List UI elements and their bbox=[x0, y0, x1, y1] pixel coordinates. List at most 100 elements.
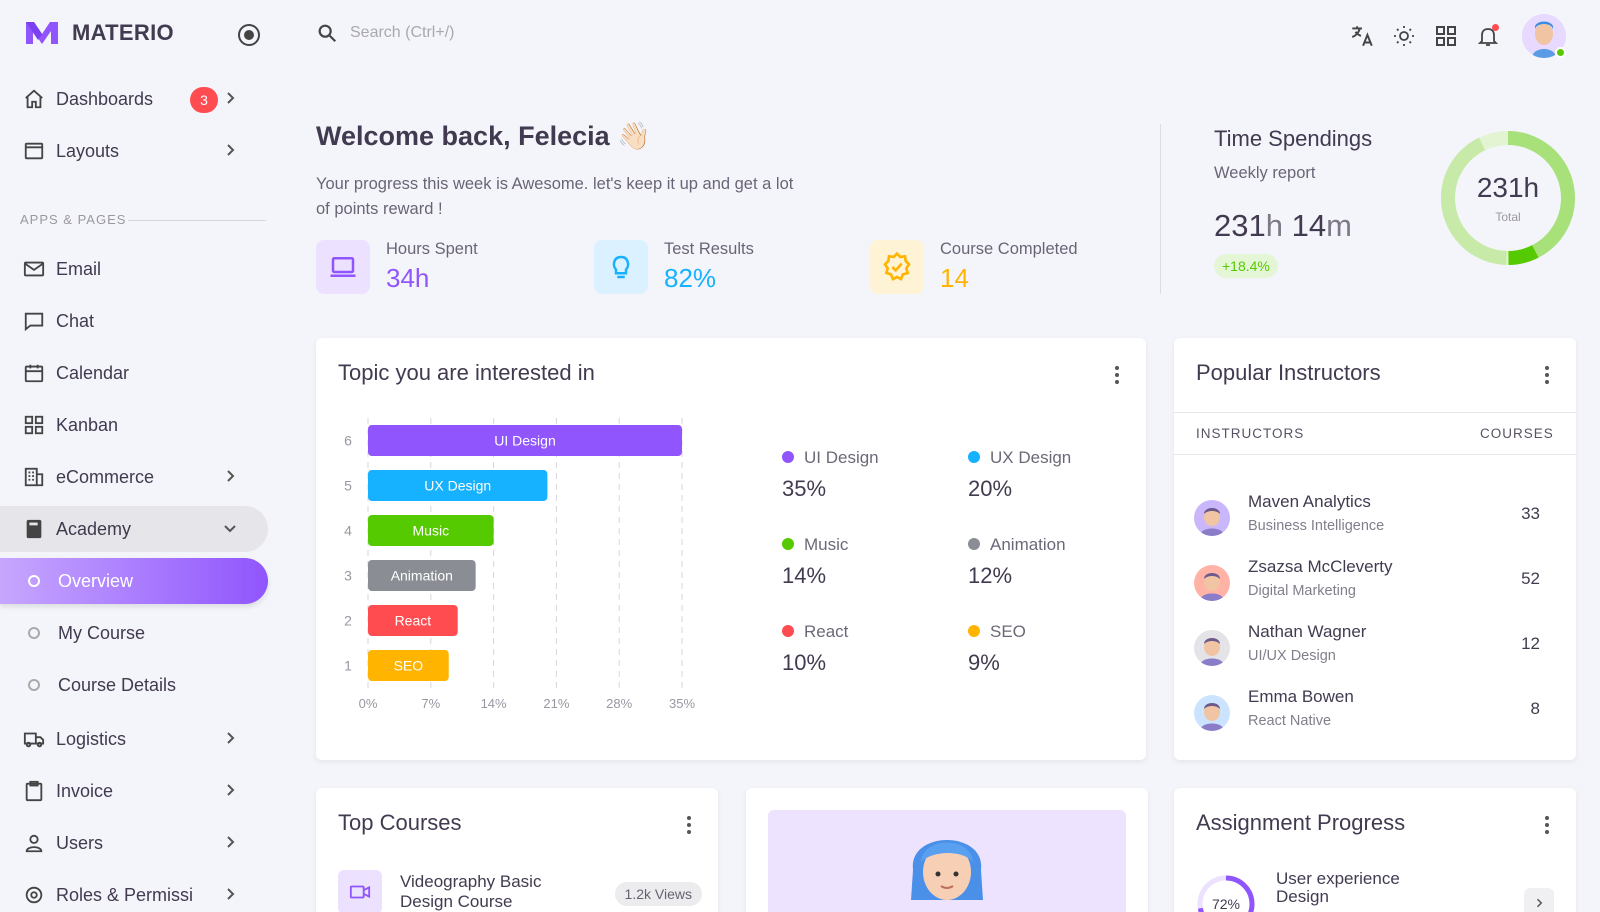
bell-icon[interactable] bbox=[1474, 22, 1502, 50]
legend-value: 9% bbox=[968, 650, 1000, 675]
sidebar-item-invoice[interactable]: Invoice bbox=[0, 768, 268, 814]
legend-dot bbox=[782, 624, 794, 637]
sidebar-item-dashboards[interactable]: Dashboards 3 bbox=[0, 76, 268, 122]
chevron-right-button[interactable] bbox=[1524, 888, 1554, 912]
lightbulb-icon bbox=[594, 240, 648, 294]
bar-label: UX Design bbox=[424, 478, 491, 494]
legend-item: SEO bbox=[968, 622, 1026, 642]
sidebar-item-ecommerce[interactable]: eCommerce bbox=[0, 454, 268, 500]
calendar-icon bbox=[22, 361, 46, 385]
brand[interactable]: MATERIO bbox=[24, 20, 174, 46]
apps-grid-icon[interactable] bbox=[1432, 22, 1460, 50]
sidebar-item-logistics[interactable]: Logistics bbox=[0, 716, 268, 762]
sidebar-item-label: eCommerce bbox=[56, 466, 155, 487]
assignment-name[interactable]: User experience Design bbox=[1276, 870, 1446, 906]
card-title: Top Courses bbox=[338, 810, 462, 835]
section-header: APPS & PAGES bbox=[20, 212, 127, 227]
avatar bbox=[1194, 630, 1230, 666]
circle-icon bbox=[28, 679, 40, 691]
welcome-subtitle: Your progress this week is Awesome. let'… bbox=[316, 175, 794, 218]
search-icon bbox=[318, 24, 337, 43]
time-spendings-title: Time Spendings bbox=[1214, 126, 1373, 151]
sidebar-item-label: Layouts bbox=[56, 140, 120, 161]
sidebar-item-my-course[interactable]: My Course bbox=[0, 610, 268, 656]
sidebar-item-label: Invoice bbox=[56, 780, 114, 801]
top-actions bbox=[1334, 14, 1566, 58]
legend-label: Animation bbox=[990, 535, 1066, 554]
stat-value: 82% bbox=[664, 263, 717, 293]
legend-label: Music bbox=[804, 535, 849, 554]
legend-item: React bbox=[782, 622, 848, 642]
x-tick-label: 21% bbox=[543, 696, 569, 711]
search-placeholder[interactable]: Search (Ctrl+/) bbox=[350, 24, 454, 42]
more-vertical-icon[interactable] bbox=[1544, 366, 1550, 386]
top-courses-card: Top Courses Videography Basic Design Cou… bbox=[316, 788, 718, 912]
chevron-right-icon bbox=[227, 470, 235, 482]
girl-illustration bbox=[911, 840, 983, 900]
sidebar-item-layouts[interactable]: Layouts bbox=[0, 128, 268, 174]
instructor-name: Zsazsa McCleverty bbox=[1248, 557, 1393, 576]
sidebar-item-overview[interactable]: Overview bbox=[0, 558, 268, 604]
notification-dot bbox=[1492, 24, 1499, 31]
section-divider bbox=[128, 220, 266, 221]
sidebar-item-label: My Course bbox=[58, 622, 146, 643]
course-promo-card bbox=[746, 788, 1148, 912]
change-chip: +18.4% bbox=[1214, 254, 1278, 278]
x-tick-label: 14% bbox=[481, 696, 507, 711]
bar-label: UI Design bbox=[494, 433, 555, 449]
topics-card: Topic you are interested in 0% 7% 14% 21% 28… bbox=[316, 338, 1146, 760]
sidebar-item-roles[interactable]: Roles & Permissi bbox=[0, 872, 268, 912]
stat-value: 14 bbox=[940, 263, 969, 293]
legend-dot bbox=[782, 450, 794, 463]
laptop-icon bbox=[316, 240, 370, 294]
divider bbox=[1174, 454, 1576, 455]
course-name[interactable]: Videography Basic Design Course bbox=[400, 872, 580, 912]
more-vertical-icon[interactable] bbox=[1114, 366, 1120, 386]
instructor-row[interactable]: Maven Analytics Business Intelligence 33 bbox=[1194, 492, 1554, 548]
sidebar-item-label: Users bbox=[56, 832, 104, 853]
welcome-title: Welcome back, Felecia 👋🏻 bbox=[316, 121, 651, 151]
legend-dot bbox=[968, 450, 980, 463]
sidebar-item-academy[interactable]: Academy bbox=[0, 506, 268, 552]
instructor-row[interactable]: Emma Bowen React Native 8 bbox=[1194, 687, 1554, 743]
y-tick-label: 4 bbox=[344, 523, 352, 539]
legend-item: UI Design bbox=[782, 448, 879, 468]
divider bbox=[1160, 124, 1161, 294]
wave-emoji: 👋🏻 bbox=[617, 121, 651, 151]
promo-illustration bbox=[768, 810, 1126, 912]
legend-value: 10% bbox=[782, 650, 827, 675]
sidebar-pin-toggle[interactable] bbox=[238, 24, 260, 46]
sidebar-item-users[interactable]: Users bbox=[0, 820, 268, 866]
book-icon bbox=[22, 517, 46, 541]
course-count: 52 bbox=[1521, 569, 1540, 588]
sidebar-item-label: Overview bbox=[58, 570, 134, 591]
chevron-right-icon bbox=[227, 784, 235, 796]
sidebar-item-label: Email bbox=[56, 258, 102, 279]
more-vertical-icon[interactable] bbox=[686, 816, 692, 836]
sun-icon[interactable] bbox=[1390, 22, 1418, 50]
sidebar-item-email[interactable]: Email bbox=[0, 246, 268, 292]
stat-test-results: Test Results 82% bbox=[594, 240, 754, 294]
sidebar-item-chat[interactable]: Chat bbox=[0, 298, 268, 344]
sidebar: MATERIO Dashboards 3 Layouts APPS & PAGE… bbox=[0, 0, 272, 912]
translate-icon[interactable] bbox=[1348, 22, 1376, 50]
instructor-row[interactable]: Zsazsa McCleverty Digital Marketing 52 bbox=[1194, 557, 1554, 613]
chevron-right-icon bbox=[227, 888, 235, 900]
legend-label: UX Design bbox=[990, 448, 1072, 467]
user-icon bbox=[22, 831, 46, 855]
instructor-row[interactable]: Nathan Wagner UI/UX Design 12 bbox=[1194, 622, 1554, 678]
user-avatar[interactable] bbox=[1522, 14, 1566, 58]
badge-check-icon bbox=[870, 240, 924, 294]
bar-label: Music bbox=[413, 523, 450, 539]
sidebar-item-kanban[interactable]: Kanban bbox=[0, 402, 268, 448]
sidebar-item-calendar[interactable]: Calendar bbox=[0, 350, 268, 396]
legend-value: 20% bbox=[968, 476, 1013, 501]
brand-name: MATERIO bbox=[72, 20, 174, 45]
legend-dot bbox=[968, 624, 980, 637]
stat-course-completed: Course Completed 14 bbox=[870, 240, 1078, 294]
more-vertical-icon[interactable] bbox=[1544, 816, 1550, 836]
search-bar[interactable]: Search (Ctrl+/) bbox=[316, 22, 454, 44]
progress-percent: 72% bbox=[1211, 896, 1241, 912]
legend-label: UI Design bbox=[804, 448, 879, 467]
sidebar-item-course-details[interactable]: Course Details bbox=[0, 662, 268, 708]
